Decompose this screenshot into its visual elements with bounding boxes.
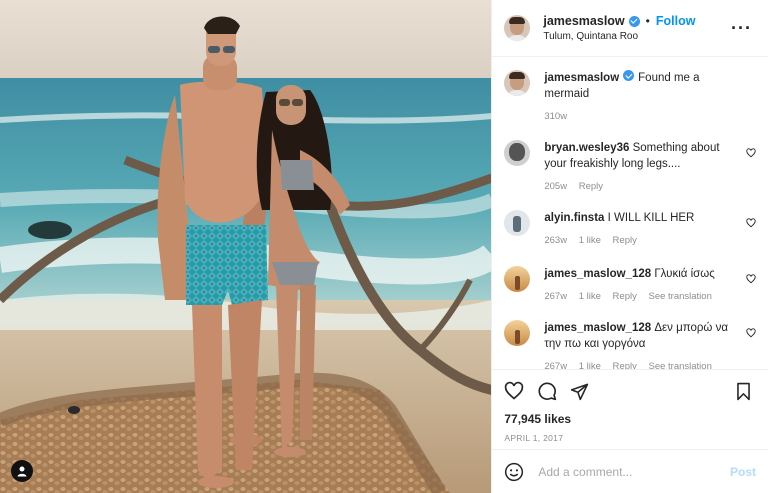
comment-username[interactable]: bryan.wesley36 — [544, 142, 629, 154]
caption-body: jamesmaslow Found me a mermaid 310w — [544, 70, 756, 125]
save-bookmark-icon[interactable] — [735, 382, 752, 401]
comment-meta: 267w 1 like Reply See translation — [544, 289, 734, 305]
add-comment-bar: Post — [492, 449, 768, 493]
reply-button[interactable]: Reply — [613, 361, 637, 369]
comment-meta: 263w 1 like Reply — [544, 233, 734, 249]
comment-username[interactable]: james_maslow_128 — [544, 268, 651, 280]
caption-age[interactable]: 310w — [544, 111, 567, 122]
post-photo[interactable] — [0, 0, 492, 493]
like-comment-heart-icon[interactable] — [746, 148, 756, 158]
comment-body: bryan.wesley36 Something about your frea… — [544, 140, 756, 195]
caption-username[interactable]: jamesmaslow — [544, 72, 619, 84]
share-paper-plane-icon[interactable] — [570, 382, 589, 401]
comment-body: alyin.finsta I WILL KILL HER 263w 1 like… — [544, 210, 756, 249]
post-date[interactable]: APRIL 1, 2017 — [504, 433, 756, 443]
reply-button[interactable]: Reply — [613, 235, 637, 246]
verified-badge-icon — [623, 70, 635, 81]
action-icons — [504, 380, 756, 402]
reply-button[interactable]: Reply — [613, 291, 637, 302]
commenter-avatar[interactable] — [504, 210, 531, 236]
see-translation-link[interactable]: See translation — [648, 361, 711, 369]
user-tag-icon[interactable] — [11, 460, 33, 482]
caption-meta: 310w — [544, 109, 734, 125]
comment-item: alyin.finsta I WILL KILL HER 263w 1 like… — [504, 210, 756, 249]
like-count[interactable]: 77,945 likes — [504, 412, 756, 426]
separator-dot: • — [645, 14, 650, 28]
like-comment-heart-icon[interactable] — [746, 274, 756, 284]
author-avatar[interactable] — [504, 15, 531, 41]
commenter-avatar[interactable] — [504, 140, 531, 166]
caption: jamesmaslow Found me a mermaid 310w — [504, 70, 756, 125]
location-link[interactable]: Tulum, Quintana Roo — [543, 31, 731, 42]
comment-age[interactable]: 267w — [544, 291, 567, 302]
comment-item: james_maslow_128 Γλυκιά ίσως 267w 1 like… — [504, 266, 756, 305]
reply-button[interactable]: Reply — [579, 181, 603, 192]
comment-meta: 267w 1 like Reply See translation — [544, 359, 734, 369]
comment-text: Γλυκιά ίσως — [654, 268, 715, 280]
header-text: jamesmaslow • Follow Tulum, Quintana Roo — [543, 14, 731, 42]
comment-username[interactable]: alyin.finsta — [544, 212, 604, 224]
post-sidebar: jamesmaslow • Follow Tulum, Quintana Roo… — [491, 0, 768, 493]
post-actions: 77,945 likes APRIL 1, 2017 Post — [492, 369, 768, 493]
comment-body: james_maslow_128 Γλυκιά ίσως 267w 1 like… — [544, 266, 756, 305]
verified-badge-icon — [628, 15, 640, 27]
instagram-post: jamesmaslow • Follow Tulum, Quintana Roo… — [0, 0, 768, 493]
author-username[interactable]: jamesmaslow — [543, 14, 624, 28]
like-heart-icon[interactable] — [504, 381, 524, 401]
comment-age[interactable]: 263w — [544, 235, 567, 246]
see-translation-link[interactable]: See translation — [648, 291, 711, 302]
commenter-avatar[interactable] — [504, 320, 531, 346]
comment-item: bryan.wesley36 Something about your frea… — [504, 140, 756, 195]
comment-input[interactable] — [536, 463, 730, 480]
emoji-smiley-icon[interactable] — [504, 462, 524, 482]
comment-meta: 205w Reply — [544, 179, 734, 195]
follow-button[interactable]: Follow — [656, 14, 696, 28]
beach-scene-image — [0, 0, 492, 493]
comment-likes[interactable]: 1 like — [579, 361, 601, 369]
comment-username[interactable]: james_maslow_128 — [544, 322, 651, 334]
post-header: jamesmaslow • Follow Tulum, Quintana Roo… — [492, 0, 768, 57]
comment-likes[interactable]: 1 like — [579, 291, 601, 302]
comment-bubble-icon[interactable] — [537, 381, 557, 401]
comments-list: jamesmaslow Found me a mermaid 310w bryan… — [492, 57, 768, 369]
like-comment-heart-icon[interactable] — [746, 328, 756, 338]
more-options-icon[interactable]: ··· — [731, 19, 752, 37]
caption-avatar[interactable] — [504, 70, 531, 96]
post-comment-button[interactable]: Post — [730, 465, 756, 479]
comment-age[interactable]: 205w — [544, 181, 567, 192]
comment-age[interactable]: 267w — [544, 361, 567, 369]
comment-likes[interactable]: 1 like — [579, 235, 601, 246]
comment-item: james_maslow_128 Δεν μπορώ να την πω και… — [504, 320, 756, 369]
like-comment-heart-icon[interactable] — [746, 218, 756, 228]
comment-body: james_maslow_128 Δεν μπορώ να την πω και… — [544, 320, 756, 369]
comment-text: I WILL KILL HER — [607, 212, 695, 224]
commenter-avatar[interactable] — [504, 266, 531, 292]
